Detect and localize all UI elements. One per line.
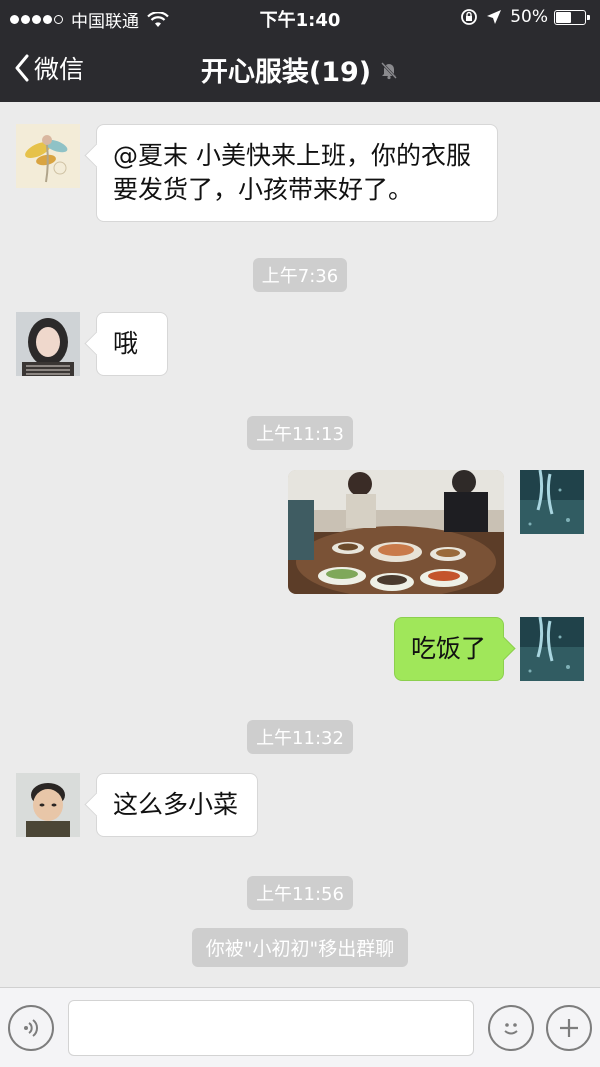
more-button[interactable] [546,1005,592,1051]
emoji-button[interactable] [488,1005,534,1051]
message-text: 吃饭了 [411,634,487,663]
battery-icon [554,9,590,25]
message-text: 这么多小菜 [113,790,239,819]
voice-icon [24,1019,38,1037]
message-text: @夏末 小美快来上班，你的衣服要发货了，小孩带来好了。 [113,141,471,204]
flower-illustration-avatar[interactable] [16,124,80,188]
message-bubble[interactable]: 哦 [96,312,168,376]
mute-bell-icon [381,61,398,79]
system-message: 你被"小初初"移出群聊 [0,928,600,967]
message-timestamp: 上午11:13 [0,416,600,450]
plus-icon [560,1019,578,1037]
chat-title: 开心服装(19) [0,50,600,89]
sent-message-bubble[interactable]: 吃饭了 [394,617,504,681]
nav-bar: 微信 开心服装(19) [0,34,600,102]
voice-button[interactable] [8,1005,54,1051]
child-avatar[interactable] [16,773,80,837]
chat-area[interactable]: @夏末 小美快来上班，你的衣服要发货了，小孩带来好了。 上午7:36 哦 上午1… [0,102,600,987]
input-bar [0,987,600,1067]
status-bar: 中国联通 下午1:40 50% [0,0,600,34]
signal-strength-icon [10,15,65,24]
message-timestamp: 上午11:56 [0,876,600,910]
message-input[interactable] [68,1000,474,1056]
blue-water-avatar[interactable] [520,470,584,534]
message-timestamp: 上午7:36 [0,258,600,292]
battery-percentage: 50% [510,7,548,27]
emoji-icon [504,1023,518,1035]
location-arrow-icon [487,10,502,24]
message-timestamp: 上午11:32 [0,720,600,754]
carrier-name: 中国联通 [71,12,139,32]
group-name: 开心服装(19) [200,57,372,88]
message-bubble[interactable]: @夏末 小美快来上班，你的衣服要发货了，小孩带来好了。 [96,124,498,222]
rotation-lock-icon [461,9,478,25]
family-dinner-photo[interactable] [288,470,504,594]
message-text: 哦 [113,329,139,358]
wifi-icon [147,11,169,27]
woman-avatar[interactable] [16,312,80,376]
message-bubble[interactable]: 这么多小菜 [96,773,258,837]
blue-water-avatar[interactable] [520,617,584,681]
